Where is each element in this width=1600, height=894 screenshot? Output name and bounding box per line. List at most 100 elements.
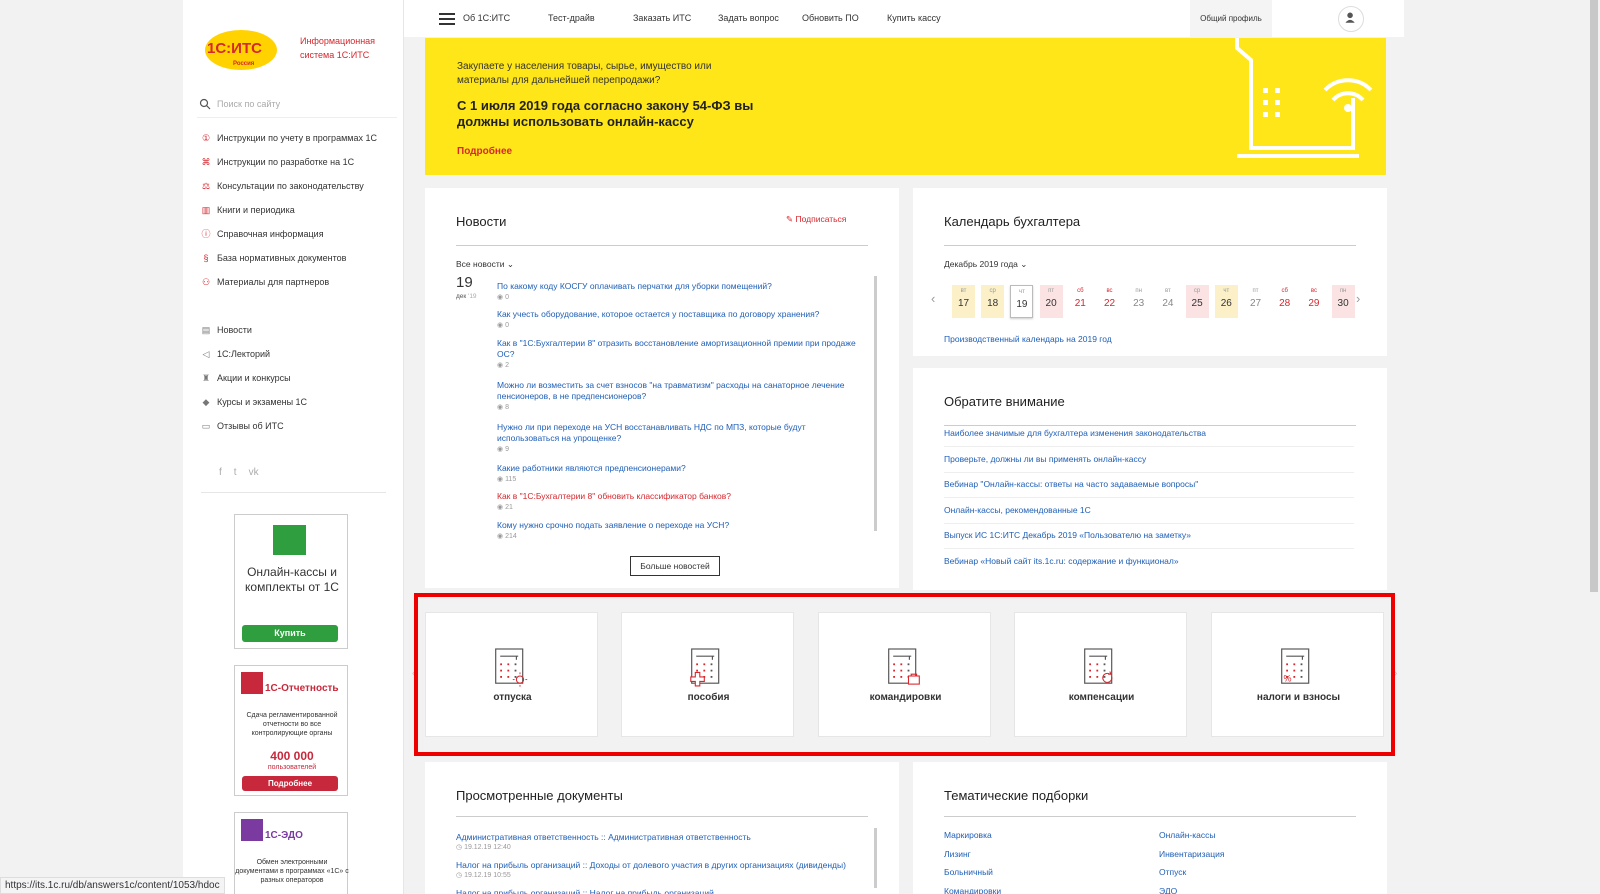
sidebar-item[interactable]: ♜ Акции и конкурсы bbox=[201, 370, 291, 386]
next-arrow-icon[interactable]: › bbox=[1356, 291, 1360, 306]
sidebar-item[interactable]: ▭ Отзывы об ИТС bbox=[201, 418, 284, 434]
sidebar-item-label: Материалы для партнеров bbox=[217, 277, 330, 287]
more-news-button[interactable]: Больше новостей bbox=[630, 556, 720, 576]
viewed-doc-link[interactable]: Административная ответственность :: Адми… bbox=[456, 832, 751, 842]
topic-link[interactable]: Лизинг bbox=[944, 849, 971, 859]
news-link[interactable]: Как в "1С:Бухгалтерии 8" отразить восста… bbox=[497, 338, 867, 360]
attention-link[interactable]: Онлайн-кассы, рекомендованные 1С bbox=[944, 505, 1091, 515]
attention-link[interactable]: Наиболее значимые для бухгалтера изменен… bbox=[944, 428, 1206, 438]
header-link-testdrive[interactable]: Тест-драйв bbox=[548, 13, 595, 23]
calendar-day[interactable]: пн 23 bbox=[1127, 285, 1151, 318]
views-count: 21 bbox=[505, 504, 513, 511]
attention-link[interactable]: Выпуск ИС 1С:ИТС Декабрь 2019 «Пользоват… bbox=[944, 530, 1191, 540]
month-dropdown[interactable]: Декабрь 2019 года ⌄ bbox=[944, 259, 1027, 270]
ad-number: 400 000 bbox=[270, 749, 314, 763]
sidebar-item[interactable]: ▤ Новости bbox=[201, 322, 252, 338]
news-item[interactable]: Нужно ли при переходе на УСН восстанавли… bbox=[497, 422, 867, 453]
sidebar-item[interactable]: ① Инструкции по учету в программах 1С bbox=[201, 130, 377, 146]
page-scrollbar[interactable] bbox=[1588, 0, 1600, 894]
twitter-icon[interactable]: t bbox=[234, 467, 237, 478]
calendar-day[interactable]: сб 21 bbox=[1068, 285, 1092, 318]
news-filter-dropdown[interactable]: Все новости ⌄ bbox=[456, 259, 514, 270]
scrollbar-thumb[interactable] bbox=[1590, 0, 1598, 592]
facebook-icon[interactable]: f bbox=[219, 467, 222, 478]
calendar-day[interactable]: вт 24 bbox=[1156, 285, 1180, 318]
calendar-day[interactable]: вс 22 bbox=[1098, 285, 1121, 318]
news-item[interactable]: Как учесть оборудование, которое остаетс… bbox=[497, 309, 867, 329]
calendar-day[interactable]: вс 29 bbox=[1302, 285, 1326, 318]
topic-link[interactable]: Больничный bbox=[944, 867, 993, 877]
attention-link[interactable]: Вебинар «Новый сайт its.1c.ru: содержани… bbox=[944, 556, 1179, 566]
news-link[interactable]: По какому коду КОСГУ оплачивать перчатки… bbox=[497, 281, 867, 292]
subscribe-link[interactable]: ✎ Подписаться bbox=[786, 214, 846, 225]
calendar-day[interactable]: пт 20 bbox=[1039, 285, 1063, 318]
topic-link[interactable]: Отпуск bbox=[1159, 867, 1186, 877]
vk-icon[interactable]: vk bbox=[249, 467, 259, 478]
topic-link[interactable]: Онлайн-кассы bbox=[1159, 830, 1216, 840]
ad-online-kassy[interactable]: Онлайн-кассы и комплекты от 1С Купить bbox=[234, 514, 348, 649]
calendar-day[interactable]: чт 26 bbox=[1214, 285, 1238, 318]
news-link[interactable]: Какие работники являются предпенсионерам… bbox=[497, 463, 867, 474]
news-link[interactable]: Кому нужно срочно подать заявление о пер… bbox=[497, 520, 867, 531]
topic-link[interactable]: ЭДО bbox=[1159, 886, 1177, 894]
hamburger-menu-icon[interactable] bbox=[439, 13, 455, 25]
news-item[interactable]: По какому коду КОСГУ оплачивать перчатки… bbox=[497, 281, 867, 301]
header-link-about[interactable]: Об 1С:ИТС bbox=[463, 13, 510, 23]
viewed-doc-link[interactable]: Налог на прибыль организаций :: Доходы о… bbox=[456, 860, 846, 870]
news-views: ◉ 2 bbox=[497, 361, 867, 369]
search-input[interactable]: Поиск по сайту bbox=[217, 99, 280, 109]
sidebar-item[interactable]: ◁ 1С:Лекторий bbox=[201, 346, 271, 362]
ad-otchetnost[interactable]: 1С-Отчетность Сдача регламентированной о… bbox=[234, 665, 348, 796]
day-number: 20 bbox=[1045, 298, 1057, 309]
buy-button[interactable]: Купить bbox=[242, 625, 338, 642]
divider bbox=[944, 425, 1356, 426]
viewed-doc-link[interactable]: Налог на прибыль организаций :: Налог на… bbox=[456, 888, 714, 894]
user-icon[interactable] bbox=[1338, 6, 1364, 32]
news-link[interactable]: Как в "1С:Бухгалтерии 8" обновить класси… bbox=[497, 491, 867, 502]
eye-icon: ◉ bbox=[497, 533, 506, 540]
attention-link[interactable]: Вебинар "Онлайн-кассы: ответы на часто з… bbox=[944, 479, 1198, 489]
sidebar-item[interactable]: ⓘ Справочная информация bbox=[201, 226, 323, 242]
header-link-question[interactable]: Задать вопрос bbox=[718, 13, 779, 23]
topic-link[interactable]: Инвентаризация bbox=[1159, 849, 1225, 859]
viewed-scrollbar[interactable] bbox=[874, 828, 877, 888]
news-link[interactable]: Можно ли возместить за счет взносов "на … bbox=[497, 380, 867, 402]
calendar-day[interactable]: ср 25 bbox=[1185, 285, 1209, 318]
prev-arrow-icon[interactable]: ‹ bbox=[931, 291, 935, 306]
news-item[interactable]: Как в "1С:Бухгалтерии 8" обновить класси… bbox=[497, 491, 867, 511]
header-link-buy-kassa[interactable]: Купить кассу bbox=[887, 13, 941, 23]
sidebar-item[interactable]: ⌘ Инструкции по разработке на 1С bbox=[201, 154, 355, 170]
sidebar-item[interactable]: § База нормативных документов bbox=[201, 250, 346, 266]
news-item[interactable]: Можно ли возместить за счет взносов "на … bbox=[497, 380, 867, 411]
news-link[interactable]: Нужно ли при переходе на УСН восстанавли… bbox=[497, 422, 867, 444]
more-button[interactable]: Подробнее bbox=[242, 776, 338, 791]
sidebar-item[interactable]: ⚖ Консультации по законодательству bbox=[201, 178, 364, 194]
calendar-day[interactable]: ср 18 bbox=[981, 285, 1005, 318]
site-search[interactable]: Поиск по сайту bbox=[197, 90, 397, 118]
news-scrollbar[interactable] bbox=[874, 276, 877, 531]
calendar-day[interactable]: сб 28 bbox=[1273, 285, 1297, 318]
calendar-day[interactable]: чт 19 bbox=[1010, 285, 1034, 318]
calendar-day[interactable]: пт 27 bbox=[1244, 285, 1267, 318]
its-logo[interactable]: 1С:ИТС Россия bbox=[203, 26, 285, 72]
header-link-update[interactable]: Обновить ПО bbox=[802, 13, 859, 23]
news-item[interactable]: Какие работники являются предпенсионерам… bbox=[497, 463, 867, 483]
calendar-day[interactable]: вт 17 bbox=[952, 285, 975, 318]
ad-edo[interactable]: 1С-ЭДО Обмен электронными документами в … bbox=[234, 812, 349, 894]
promo-banner[interactable]: Закупаете у населения товары, сырье, иму… bbox=[425, 38, 1386, 175]
news-item[interactable]: Кому нужно срочно подать заявление о пер… bbox=[497, 520, 867, 540]
topic-link[interactable]: Командировки bbox=[944, 886, 1001, 894]
sidebar-item[interactable]: ⚇ Материалы для партнеров bbox=[201, 274, 329, 290]
topic-link[interactable]: Маркировка bbox=[944, 830, 992, 840]
header-link-order[interactable]: Заказать ИТС bbox=[633, 13, 691, 23]
news-link[interactable]: Как учесть оборудование, которое остаетс… bbox=[497, 309, 867, 320]
sidebar-item[interactable]: ▥ Книги и периодика bbox=[201, 202, 295, 218]
calendar-day[interactable]: пн 30 bbox=[1331, 285, 1355, 318]
sidebar-item[interactable]: ◆ Курсы и экзамены 1С bbox=[201, 394, 308, 410]
attention-link[interactable]: Проверьте, должны ли вы применять онлайн… bbox=[944, 454, 1146, 464]
day-of-week: сб bbox=[1281, 288, 1288, 294]
banner-more-link[interactable]: Подробнее bbox=[457, 146, 512, 157]
profile-button[interactable]: Общий профиль bbox=[1190, 0, 1272, 37]
news-item[interactable]: Как в "1С:Бухгалтерии 8" отразить восста… bbox=[497, 338, 867, 369]
production-calendar-link[interactable]: Производственный календарь на 2019 год bbox=[944, 334, 1112, 344]
